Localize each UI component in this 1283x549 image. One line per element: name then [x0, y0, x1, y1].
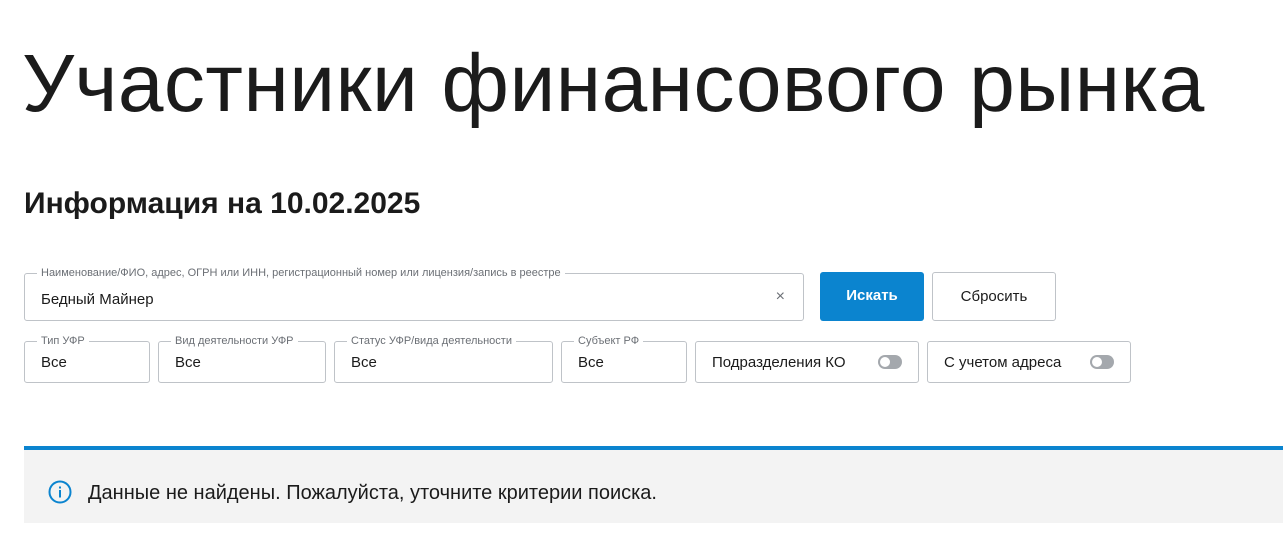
filter-status-value: Все	[351, 354, 377, 371]
filter-status-select[interactable]: Статус УФР/вида деятельности Все	[334, 334, 553, 383]
toggle-address-switch[interactable]	[1090, 355, 1114, 369]
filter-region-select[interactable]: Субъект РФ Все	[561, 334, 687, 383]
page: Участники финансового рынка Информация н…	[0, 0, 1283, 549]
search-field-legend: Наименование/ФИО, адрес, ОГРН или ИНН, р…	[37, 266, 565, 280]
search-input[interactable]	[41, 289, 761, 309]
toggle-address-label: С учетом адреса	[944, 354, 1062, 371]
filter-activity-select[interactable]: Вид деятельности УФР Все	[158, 334, 326, 383]
notice-message: Данные не найдены. Пожалуйста, уточните …	[88, 482, 657, 504]
info-icon	[48, 480, 72, 504]
no-results-notice: Данные не найдены. Пожалуйста, уточните …	[24, 446, 1283, 523]
page-title: Участники финансового рынка	[22, 38, 1205, 129]
filter-region-value: Все	[578, 354, 604, 371]
search-button[interactable]: Искать	[820, 272, 924, 321]
reset-button[interactable]: Сбросить	[932, 272, 1056, 321]
filter-region-legend: Субъект РФ	[574, 334, 644, 348]
filter-activity-legend: Вид деятельности УФР	[171, 334, 298, 348]
toggle-ko-switch[interactable]	[878, 355, 902, 369]
toggle-address[interactable]: С учетом адреса	[927, 341, 1131, 383]
filter-activity-value: Все	[175, 354, 201, 371]
filter-type-legend: Тип УФР	[37, 334, 89, 348]
filter-status-legend: Статус УФР/вида деятельности	[347, 334, 516, 348]
clear-icon[interactable]: ×	[776, 288, 785, 306]
filter-type-select[interactable]: Тип УФР Все	[24, 334, 150, 383]
toggle-ko-label: Подразделения КО	[712, 354, 846, 371]
search-field[interactable]: Наименование/ФИО, адрес, ОГРН или ИНН, р…	[24, 266, 804, 321]
info-date-heading: Информация на 10.02.2025	[24, 187, 421, 220]
filter-type-value: Все	[41, 354, 67, 371]
toggle-ko-divisions[interactable]: Подразделения КО	[695, 341, 919, 383]
